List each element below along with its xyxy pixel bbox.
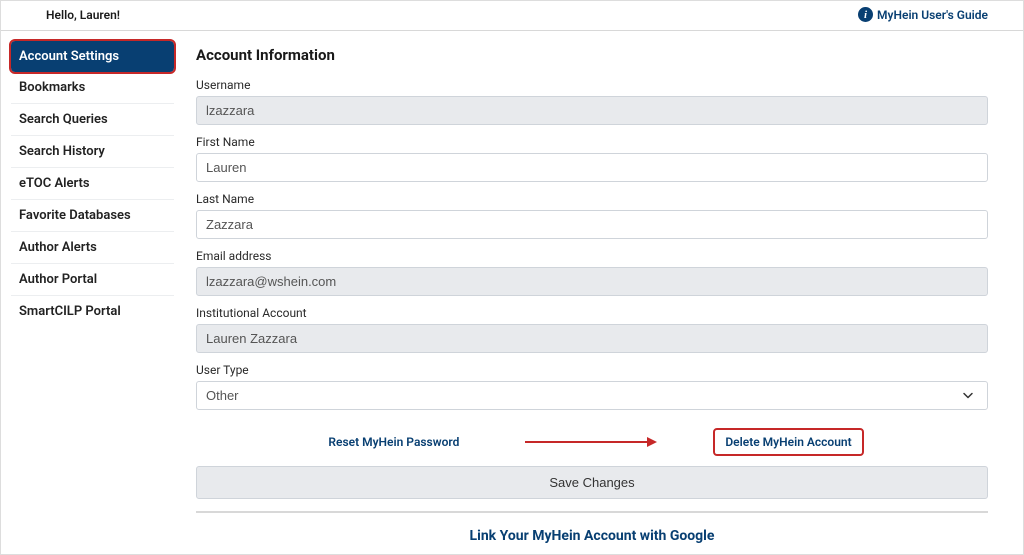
page-title: Account Information [196,46,988,64]
actions-row: Reset MyHein Password Delete MyHein Acco… [196,420,988,466]
reset-password-link[interactable]: Reset MyHein Password [322,433,465,451]
label-email: Email address [196,249,988,263]
sidebar-item-author-alerts[interactable]: Author Alerts [11,232,174,264]
user-guide-link[interactable]: i MyHein User's Guide [858,7,988,22]
sidebar-item-bookmarks[interactable]: Bookmarks [11,72,174,104]
input-first-name[interactable] [196,153,988,182]
sidebar-item-label: eTOC Alerts [19,176,90,191]
label-user-type: User Type [196,363,988,377]
field-first-name: First Name [196,135,988,182]
save-button[interactable]: Save Changes [196,466,988,499]
input-last-name[interactable] [196,210,988,239]
input-email [196,267,988,296]
sidebar-item-label: Author Alerts [19,240,97,255]
sidebar-item-label: Author Portal [19,272,97,287]
label-username: Username [196,78,988,92]
greeting-text: Hello, Lauren! [46,8,120,22]
arrow-annotation-icon [525,441,655,443]
link-google-account[interactable]: Link Your MyHein Account with Google [470,528,715,544]
sidebar-item-label: Search Queries [19,112,108,127]
sidebar-item-author-portal[interactable]: Author Portal [11,264,174,296]
delete-account-link[interactable]: Delete MyHein Account [715,430,861,454]
field-user-type: User Type Other [196,363,988,410]
label-last-name: Last Name [196,192,988,206]
sidebar-item-label: Favorite Databases [19,208,131,223]
field-email: Email address [196,249,988,296]
sidebar-item-smartcilp-portal[interactable]: SmartCILP Portal [11,296,174,327]
sidebar-item-label: Account Settings [19,49,119,64]
input-username [196,96,988,125]
sidebar-item-account-settings[interactable]: Account Settings [11,41,174,72]
sidebar-item-favorite-databases[interactable]: Favorite Databases [11,200,174,232]
label-first-name: First Name [196,135,988,149]
info-icon: i [858,7,873,22]
sidebar-item-label: Bookmarks [19,80,85,95]
label-institution: Institutional Account [196,306,988,320]
top-bar: Hello, Lauren! i MyHein User's Guide [1,1,1023,31]
sidebar-item-label: SmartCILP Portal [19,304,121,319]
sidebar-item-search-history[interactable]: Search History [11,136,174,168]
user-guide-label: MyHein User's Guide [877,8,988,22]
sidebar-item-search-queries[interactable]: Search Queries [11,104,174,136]
main-layout: Account Settings Bookmarks Search Querie… [1,31,1023,554]
sidebar: Account Settings Bookmarks Search Querie… [1,31,186,554]
sidebar-item-label: Search History [19,144,105,159]
select-user-type[interactable]: Other [196,381,988,410]
sidebar-item-etoc-alerts[interactable]: eTOC Alerts [11,168,174,200]
footer-section: Link Your MyHein Account with Google [196,511,988,544]
main-content: Account Information Username First Name … [186,31,1023,554]
field-institution: Institutional Account [196,306,988,353]
field-last-name: Last Name [196,192,988,239]
field-username: Username [196,78,988,125]
input-institution [196,324,988,353]
